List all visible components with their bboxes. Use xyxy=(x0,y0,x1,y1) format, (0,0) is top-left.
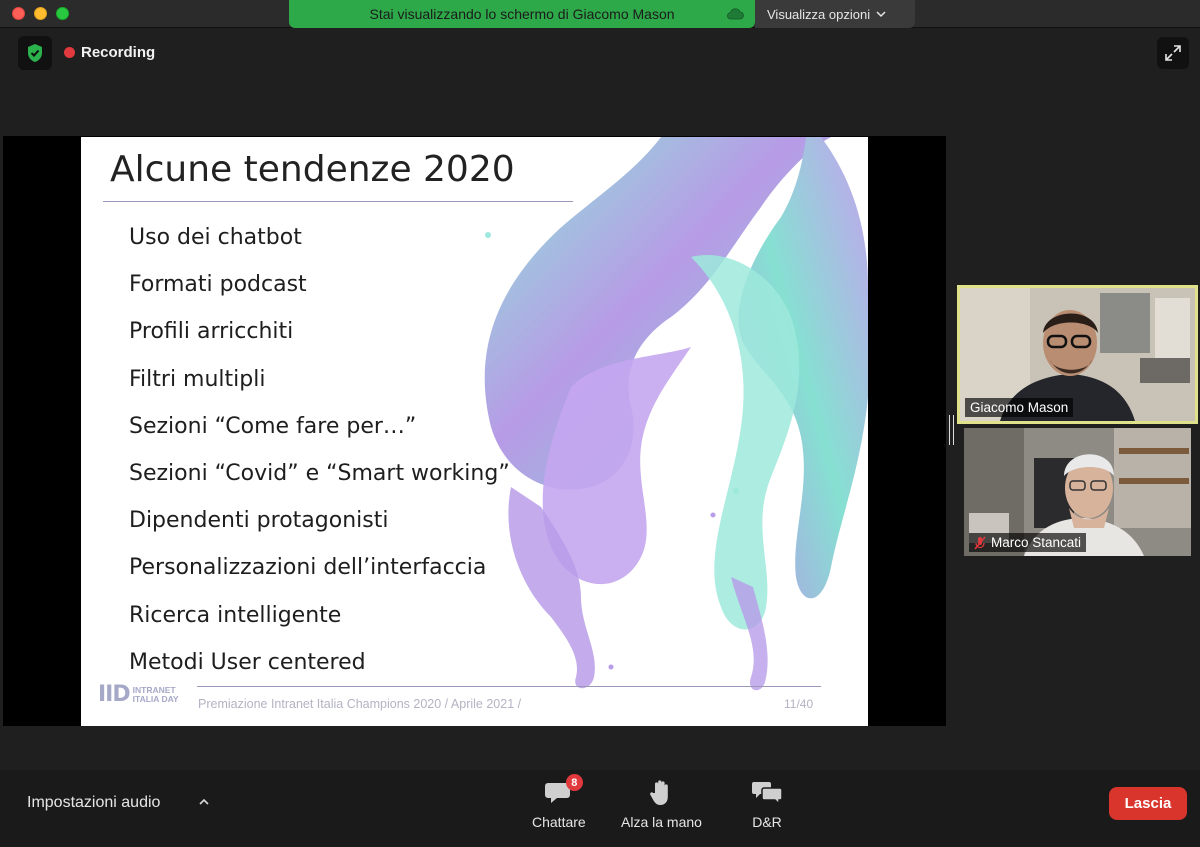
chat-unread-badge: 8 xyxy=(565,774,583,791)
close-window-button[interactable] xyxy=(12,7,25,20)
video-tile-giacomo-mason[interactable]: Giacomo Mason xyxy=(957,285,1198,424)
participant-name-label: Marco Stancati xyxy=(969,533,1087,552)
footer-rule xyxy=(197,686,821,687)
expand-icon xyxy=(1165,45,1181,61)
meeting-toolbar xyxy=(0,770,1200,847)
screen-share-text: Stai visualizzando lo schermo di Giacomo… xyxy=(369,6,675,22)
logo-text-line2: ITALIA DAY xyxy=(132,693,179,704)
video-tile-marco-stancati[interactable]: Marco Stancati xyxy=(964,428,1191,556)
chevron-up-icon[interactable] xyxy=(197,794,211,810)
slide-footer: Premiazione Intranet Italia Champions 20… xyxy=(198,697,522,711)
raise-hand-label: Alza la mano xyxy=(621,814,702,830)
intranet-italia-day-logo: IID INTRANET ITALIA DAY xyxy=(98,682,179,707)
screen-share-banner: Stai visualizzando lo schermo di Giacomo… xyxy=(289,0,755,28)
title-rule xyxy=(103,201,573,202)
chevron-down-icon xyxy=(876,11,886,18)
qa-label: D&R xyxy=(752,814,782,830)
leave-meeting-button[interactable]: Lascia xyxy=(1109,787,1187,820)
slide-title: Alcune tendenze 2020 xyxy=(110,149,515,190)
panel-resize-handle[interactable] xyxy=(949,415,954,445)
participant-name: Giacomo Mason xyxy=(970,400,1069,415)
list-item: Personalizzazioni dell’interfaccia xyxy=(129,555,487,581)
list-item: Metodi User centered xyxy=(129,649,366,675)
recording-indicator[interactable]: Recording xyxy=(64,44,155,61)
list-item: Profili arricchiti xyxy=(129,319,294,345)
list-item: Sezioni “Covid” e “Smart working” xyxy=(129,460,510,486)
slide-page-number: 11/40 xyxy=(784,697,814,711)
list-item: Formati podcast xyxy=(129,272,307,298)
view-options-button[interactable]: Visualizza opzioni xyxy=(755,0,915,28)
security-shield-icon[interactable] xyxy=(18,36,52,70)
list-item: Uso dei chatbot xyxy=(129,225,302,250)
recording-label: Recording xyxy=(81,44,156,61)
zoom-window: Stai visualizzando lo schermo di Giacomo… xyxy=(0,0,1200,847)
presentation-slide: Alcune tendenze 2020 Uso dei chatbot For… xyxy=(81,137,868,726)
list-item: Dipendenti protagonisti xyxy=(129,508,389,534)
cloud-recording-icon xyxy=(727,8,744,20)
participant-name-label: Giacomo Mason xyxy=(965,398,1074,417)
chat-button[interactable]: 8 Chattare xyxy=(532,774,586,830)
list-item: Sezioni “Come fare per…” xyxy=(129,413,417,439)
recording-dot-icon xyxy=(64,47,75,58)
trends-list: Uso dei chatbot Formati podcast Profili … xyxy=(129,223,510,695)
participant-name: Marco Stancati xyxy=(991,535,1082,550)
qa-icon xyxy=(752,778,782,808)
list-item: Filtri multipli xyxy=(129,366,266,392)
fullscreen-button[interactable] xyxy=(1157,37,1189,69)
title-bar: Stai visualizzando lo schermo di Giacomo… xyxy=(0,0,1200,28)
maximize-window-button[interactable] xyxy=(56,7,69,20)
chat-label: Chattare xyxy=(532,814,586,830)
chat-icon: 8 xyxy=(544,774,583,808)
logo-mark: IID xyxy=(98,682,131,707)
microphone-muted-icon xyxy=(974,536,986,549)
list-item: Ricerca intelligente xyxy=(129,602,342,628)
view-options-label: Visualizza opzioni xyxy=(767,6,871,22)
raise-hand-button[interactable]: Alza la mano xyxy=(621,778,702,830)
logo-text: INTRANET ITALIA DAY xyxy=(132,685,179,704)
minimize-window-button[interactable] xyxy=(34,7,47,20)
hand-icon xyxy=(649,778,673,808)
qa-button[interactable]: D&R xyxy=(752,778,782,830)
audio-settings-button[interactable]: Impostazioni audio xyxy=(27,794,160,812)
